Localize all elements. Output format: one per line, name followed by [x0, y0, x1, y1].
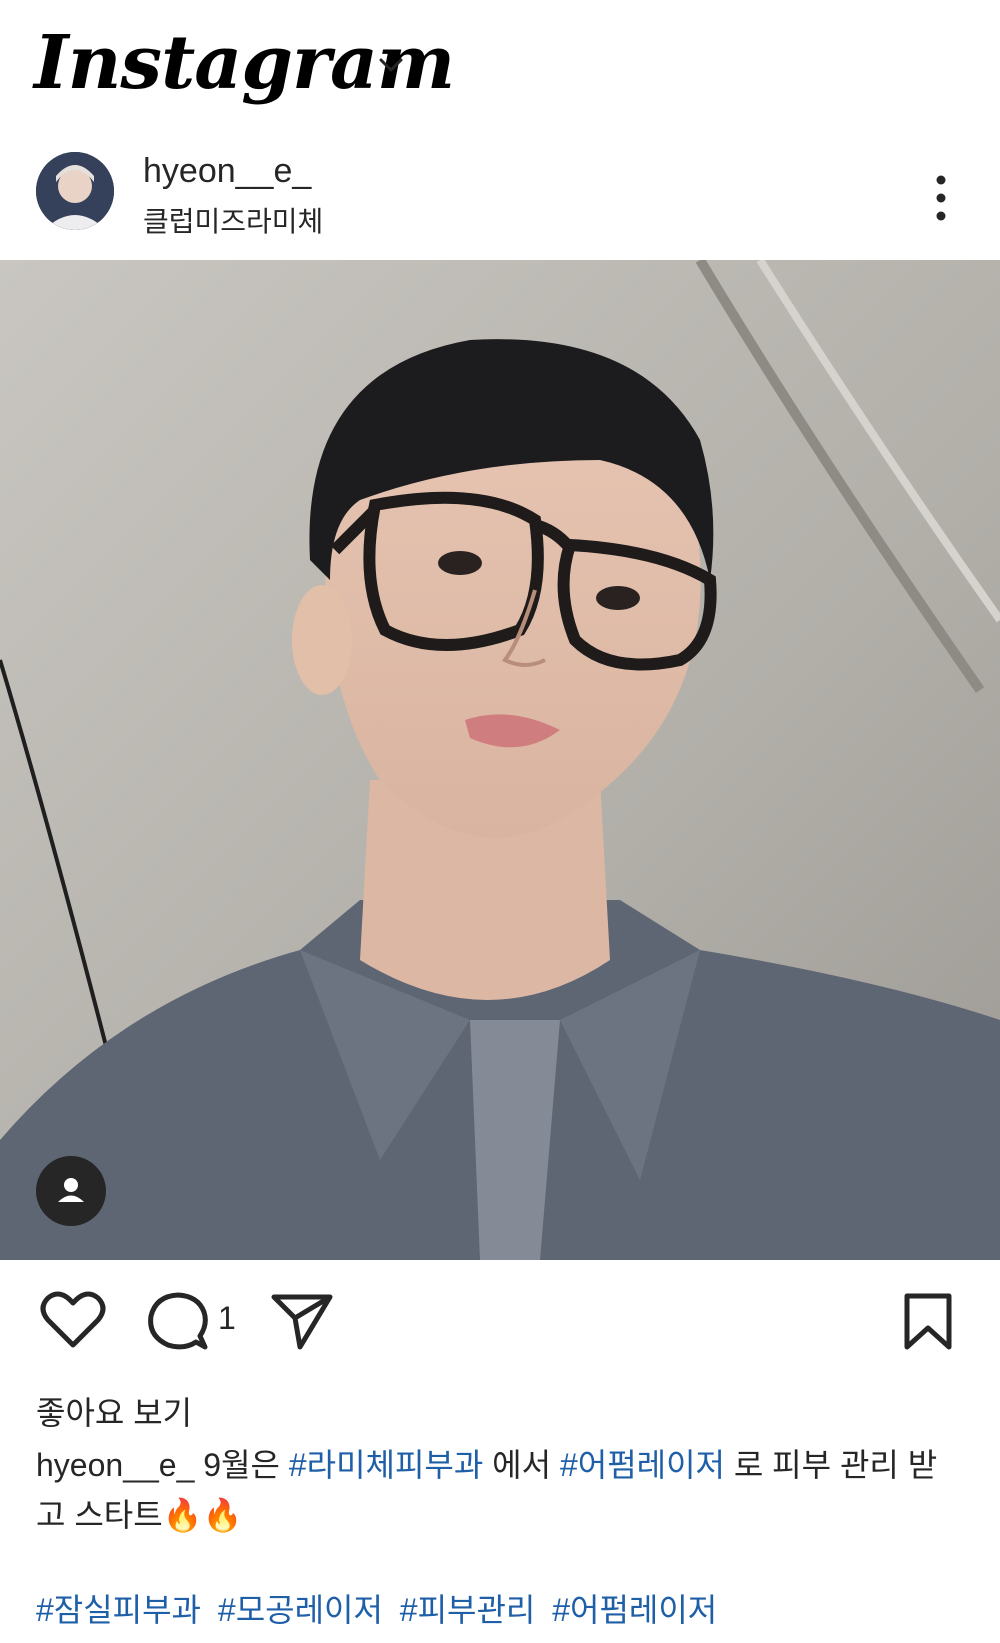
post-header: hyeon__e_ 클럽미즈라미체 [0, 140, 1000, 250]
avatar-image [36, 152, 114, 230]
hashtag-link[interactable]: #모공레이저 [218, 1592, 383, 1628]
bookmark-icon[interactable] [902, 1292, 954, 1352]
hashtag-link[interactable]: #라미체피부과 [289, 1447, 483, 1483]
hashtag-link[interactable]: #어펌레이저 [560, 1447, 725, 1483]
chevron-down-icon[interactable] [376, 50, 406, 80]
hashtag-link[interactable]: #잠실피부과 [36, 1592, 201, 1628]
top-bar: Instagram [0, 0, 1000, 130]
post-photo[interactable] [0, 260, 1000, 1260]
comment-icon[interactable] [146, 1290, 210, 1352]
view-likes-link[interactable]: 좋아요 보기 [36, 1388, 192, 1434]
caption-text: 9월은 [203, 1447, 280, 1483]
post-username[interactable]: hyeon__e_ [143, 152, 311, 191]
user-tag-icon [58, 1178, 84, 1202]
heart-icon[interactable] [40, 1290, 106, 1350]
hashtag-list: #잠실피부과 #모공레이저 #피부관리 #어펌레이저 [36, 1585, 976, 1635]
comment-count[interactable]: 1 [218, 1300, 236, 1337]
caption-text: 에서 [492, 1447, 552, 1483]
post-location[interactable]: 클럽미즈라미체 [143, 200, 323, 240]
avatar[interactable] [36, 152, 114, 230]
action-bar: 1 [0, 1278, 1000, 1368]
send-icon[interactable] [270, 1292, 334, 1352]
tag-people-button[interactable] [36, 1156, 106, 1226]
caption-username[interactable]: hyeon__e_ [36, 1447, 194, 1483]
hashtag-link[interactable]: #피부관리 [400, 1592, 536, 1628]
hashtag-link[interactable]: #어펌레이저 [552, 1592, 717, 1628]
selfie-image [0, 260, 1000, 1260]
more-vertical-icon[interactable] [924, 170, 958, 226]
post-caption: hyeon__e_ 9월은 #라미체피부과 에서 #어펌레이저 로 피부 관리 … [36, 1440, 966, 1540]
